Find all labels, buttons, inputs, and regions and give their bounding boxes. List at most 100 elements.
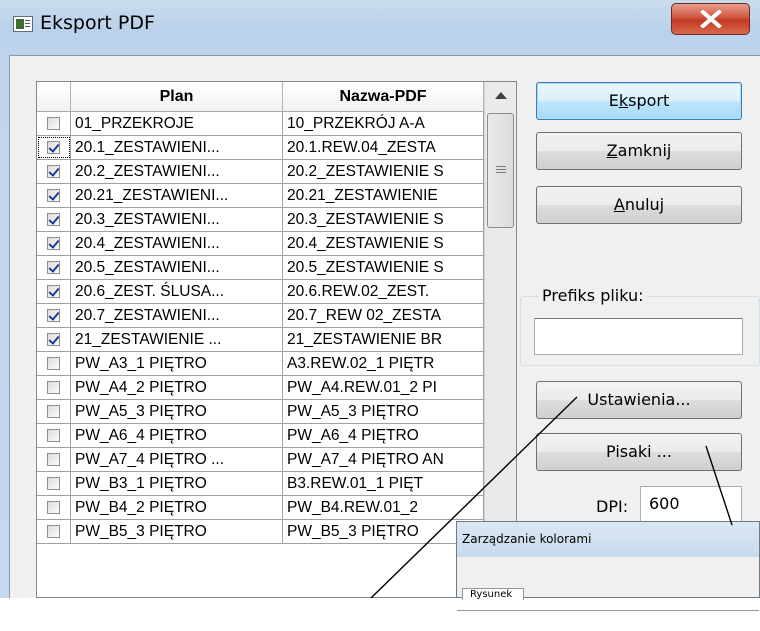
row-checkbox[interactable] [47,525,60,538]
plan-cell[interactable]: PW_A7_4 PIĘTRO ... [71,448,283,471]
table-row[interactable]: 21_ZESTAWIENIE ... 21_ZESTAWIENIE BR [37,328,484,352]
table-row[interactable]: PW_A6_4 PIĘTRO PW_A6_4 PIĘTRO [37,424,484,448]
table-row[interactable]: 20.3_ZESTAWIENI... 20.3_ZESTAWIENIE S [37,208,484,232]
row-checkbox[interactable] [47,333,60,346]
row-checkbox[interactable] [47,237,60,250]
table-row[interactable]: PW_B5_3 PIĘTRO PW_B5_3 PIĘTRO [37,520,484,544]
row-checkbox-cell[interactable] [37,376,71,399]
table-row[interactable]: PW_A7_4 PIĘTRO ... PW_A7_4 PIĘTRO AN [37,448,484,472]
plan-cell[interactable]: PW_B3_1 PIĘTRO [71,472,283,495]
table-row[interactable]: 20.4_ZESTAWIENI... 20.4_ZESTAWIENIE S [37,232,484,256]
pdf-name-cell[interactable]: PW_A4.REW.01_2 PI [283,376,484,399]
pdf-name-cell[interactable]: A3.REW.02_1 PIĘTR [283,352,484,375]
row-checkbox[interactable] [47,381,60,394]
window-close-button[interactable] [671,3,750,35]
pdf-name-cell[interactable]: PW_A6_4 PIĘTRO [283,424,484,447]
pdf-name-cell[interactable]: 10_PRZEKRÓJ A-A [283,112,484,135]
row-checkbox-cell[interactable] [37,256,71,279]
table-row[interactable]: PW_A5_3 PIĘTRO PW_A5_3 PIĘTRO [37,400,484,424]
row-checkbox[interactable] [47,165,60,178]
pdf-name-cell[interactable]: 21_ZESTAWIENIE BR [283,328,484,351]
pens-button[interactable]: Pisaki ... [536,433,742,471]
pdf-name-cell[interactable]: 20.21_ZESTAWIENIE [283,184,484,207]
pdf-name-cell[interactable]: PW_A5_3 PIĘTRO [283,400,484,423]
plan-cell[interactable]: 20.21_ZESTAWIENI... [71,184,283,207]
row-checkbox-cell[interactable] [37,208,71,231]
row-checkbox[interactable] [47,141,60,154]
pdf-name-cell[interactable]: 20.5_ZESTAWIENIE S [283,256,484,279]
row-checkbox[interactable] [47,309,60,322]
table-row[interactable]: 20.1_ZESTAWIENI... 20.1.REW.04_ZESTA [37,136,484,160]
row-checkbox[interactable] [47,285,60,298]
close-button[interactable]: Zamknij [536,132,742,170]
pdf-name-cell[interactable]: 20.7_REW 02_ZESTA [283,304,484,327]
pdf-name-cell[interactable]: 20.1.REW.04_ZESTA [283,136,484,159]
row-checkbox-cell[interactable] [37,232,71,255]
dpi-input[interactable]: 600 [640,486,742,522]
plan-cell[interactable]: 20.1_ZESTAWIENI... [71,136,283,159]
plan-cell[interactable]: PW_A6_4 PIĘTRO [71,424,283,447]
pdf-name-cell[interactable]: 20.2_ZESTAWIENIE S [283,160,484,183]
row-checkbox[interactable] [47,501,60,514]
plan-cell[interactable]: 20.7_ZESTAWIENI... [71,304,283,327]
row-checkbox-cell[interactable] [37,328,71,351]
row-checkbox-cell[interactable] [37,136,71,159]
plan-cell[interactable]: 21_ZESTAWIENIE ... [71,328,283,351]
table-row[interactable]: PW_A3_1 PIĘTRO A3.REW.02_1 PIĘTR [37,352,484,376]
settings-button[interactable]: Ustawienia... [536,381,742,419]
row-checkbox-cell[interactable] [37,304,71,327]
row-checkbox-cell[interactable] [37,424,71,447]
row-checkbox-cell[interactable] [37,112,71,135]
plan-cell[interactable]: 20.3_ZESTAWIENI... [71,208,283,231]
color-dialog-title-bar[interactable]: Zarządzanie kolorami [457,522,759,557]
row-checkbox[interactable] [47,213,60,226]
table-row[interactable]: 01_PRZEKROJE 10_PRZEKRÓJ A-A [37,112,484,136]
row-checkbox-cell[interactable] [37,184,71,207]
row-checkbox[interactable] [47,429,60,442]
prefix-input[interactable] [534,318,743,355]
row-checkbox-cell[interactable] [37,472,71,495]
row-checkbox-cell[interactable] [37,400,71,423]
row-checkbox-cell[interactable] [37,160,71,183]
scrollbar-thumb[interactable] [487,113,514,228]
pdf-name-cell[interactable]: 20.3_ZESTAWIENIE S [283,208,484,231]
pdf-name-cell[interactable]: B3.REW.01_1 PIĘT [283,472,484,495]
plan-cell[interactable]: PW_A3_1 PIĘTRO [71,352,283,375]
title-bar[interactable]: Eksport PDF [0,0,760,44]
table-row[interactable]: 20.21_ZESTAWIENI... 20.21_ZESTAWIENIE [37,184,484,208]
column-header-pdf-name[interactable]: Nazwa-PDF [283,82,484,112]
pdf-name-cell[interactable]: 20.4_ZESTAWIENIE S [283,232,484,255]
table-row[interactable]: 20.6_ZEST. ŚLUSA... 20.6.REW.02_ZEST. [37,280,484,304]
pdf-name-cell[interactable]: 20.6.REW.02_ZEST. [283,280,484,303]
plan-cell[interactable]: 01_PRZEKROJE [71,112,283,135]
color-dialog-tab-drawing[interactable]: Rysunek [462,588,524,600]
cancel-button[interactable]: Anuluj [536,186,742,224]
plan-cell[interactable]: 20.5_ZESTAWIENI... [71,256,283,279]
row-checkbox[interactable] [47,405,60,418]
row-checkbox-cell[interactable] [37,496,71,519]
row-checkbox[interactable] [47,117,60,130]
row-checkbox[interactable] [47,453,60,466]
plan-cell[interactable]: 20.6_ZEST. ŚLUSA... [71,280,283,303]
column-header-plan[interactable]: Plan [71,82,283,112]
table-row[interactable]: PW_B3_1 PIĘTRO B3.REW.01_1 PIĘT [37,472,484,496]
pdf-name-cell[interactable]: PW_B4.REW.01_2 [283,496,484,519]
plan-cell[interactable]: PW_B5_3 PIĘTRO [71,520,283,543]
row-checkbox-cell[interactable] [37,352,71,375]
table-row[interactable]: 20.2_ZESTAWIENI... 20.2_ZESTAWIENIE S [37,160,484,184]
pdf-name-cell[interactable]: PW_B5_3 PIĘTRO [283,520,484,543]
table-row[interactable]: PW_B4_2 PIĘTRO PW_B4.REW.01_2 [37,496,484,520]
plan-cell[interactable]: PW_A5_3 PIĘTRO [71,400,283,423]
row-checkbox-cell[interactable] [37,448,71,471]
table-row[interactable]: PW_A4_2 PIĘTRO PW_A4.REW.01_2 PI [37,376,484,400]
row-checkbox[interactable] [47,189,60,202]
plan-cell[interactable]: PW_A4_2 PIĘTRO [71,376,283,399]
plan-cell[interactable]: 20.4_ZESTAWIENI... [71,232,283,255]
plan-cell[interactable]: PW_B4_2 PIĘTRO [71,496,283,519]
row-checkbox[interactable] [47,477,60,490]
pdf-name-cell[interactable]: PW_A7_4 PIĘTRO AN [283,448,484,471]
export-button[interactable]: Eksport [536,82,742,120]
plan-cell[interactable]: 20.2_ZESTAWIENI... [71,160,283,183]
row-checkbox[interactable] [47,357,60,370]
row-checkbox-cell[interactable] [37,520,71,543]
